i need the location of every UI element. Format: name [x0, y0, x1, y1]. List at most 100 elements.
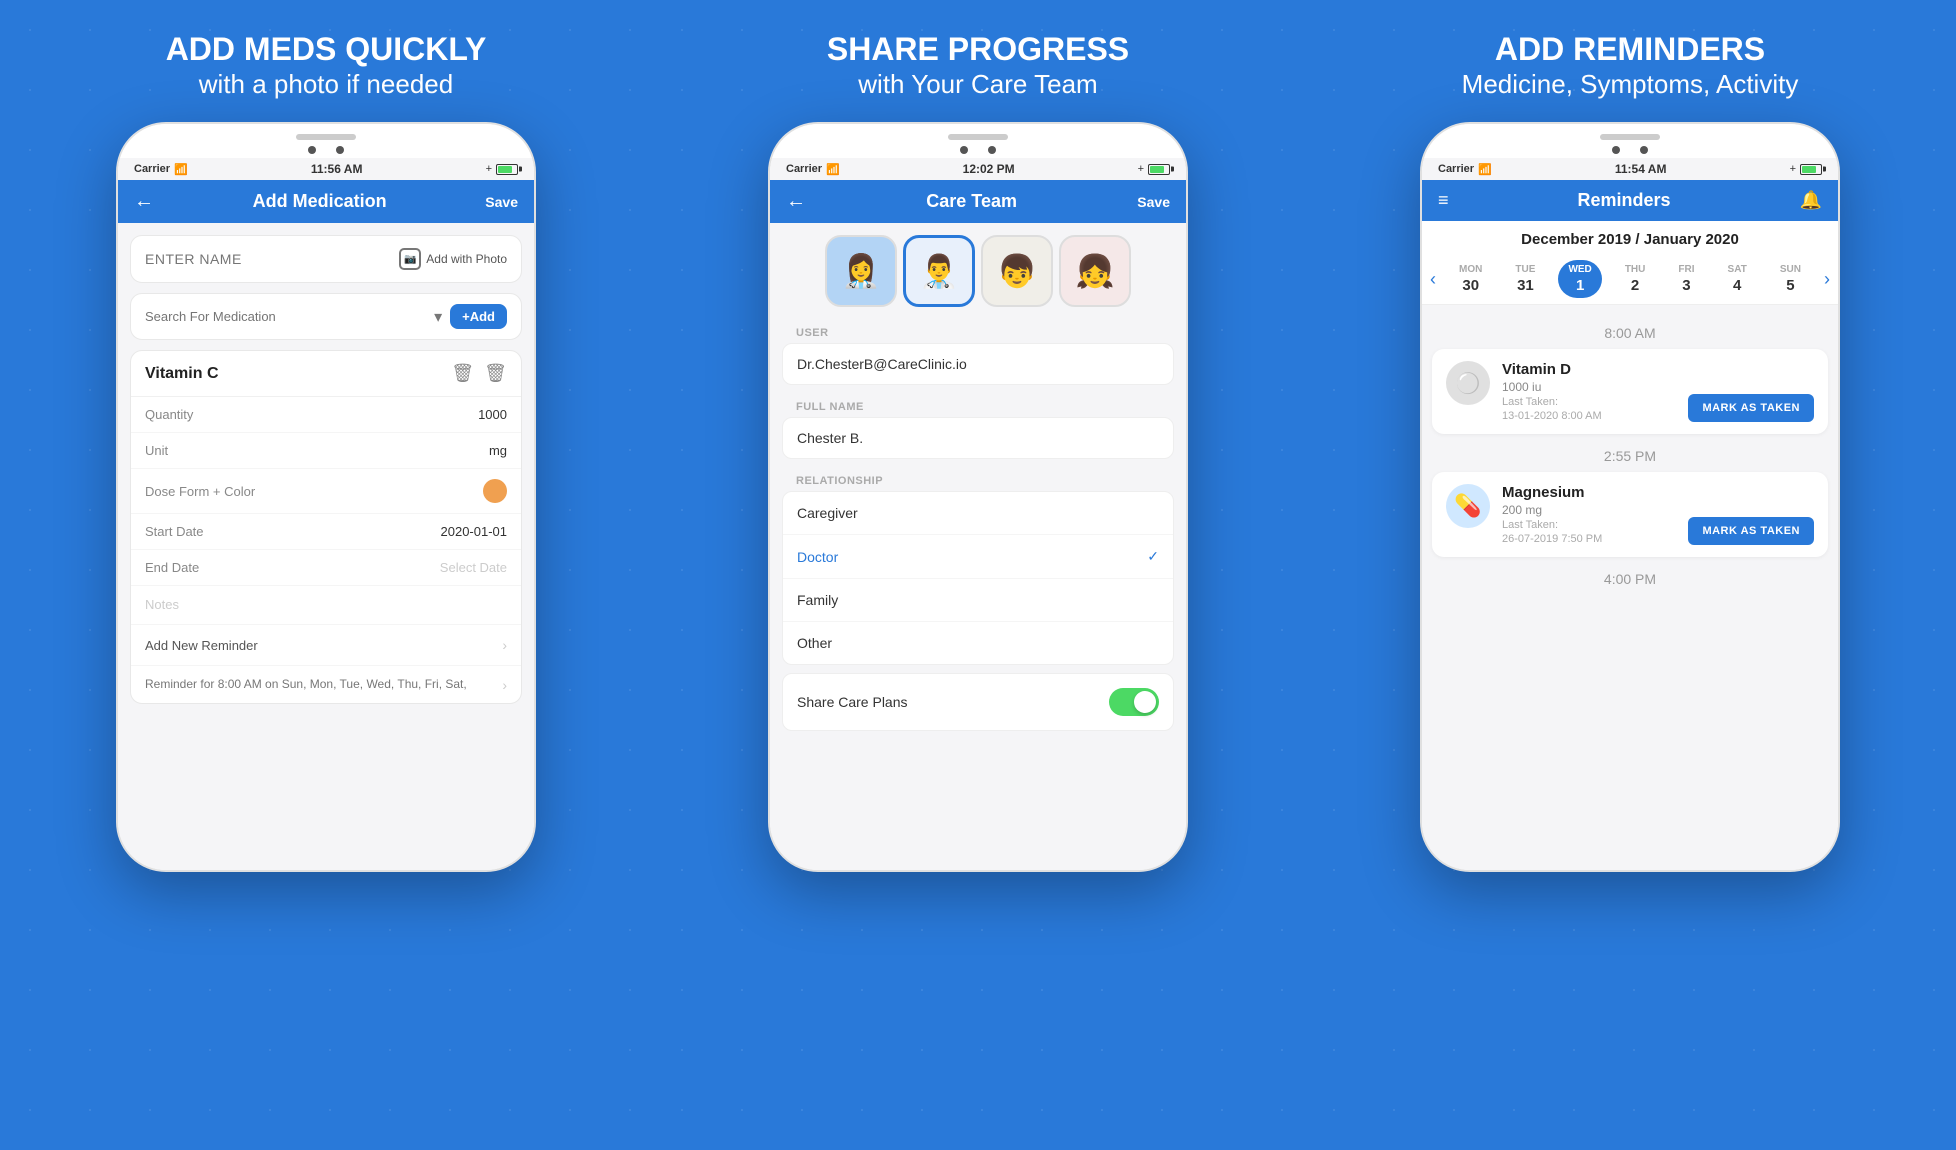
day-tue[interactable]: TUE 31: [1505, 260, 1545, 298]
avatar-3[interactable]: 👦: [981, 235, 1053, 307]
battery-status-3: +: [1790, 163, 1796, 175]
wifi-icon-1: 📶: [174, 163, 188, 176]
reminder-sub-row[interactable]: Reminder for 8:00 AM on Sun, Mon, Tue, W…: [131, 666, 521, 703]
phone-top-bar-3: [1422, 124, 1838, 158]
battery-icon-2: [1148, 164, 1170, 175]
back-arrow-1[interactable]: ←: [134, 190, 154, 213]
day-num-wed: 1: [1576, 277, 1584, 294]
start-date-label: Start Date: [145, 524, 204, 539]
save-button-2[interactable]: Save: [1137, 194, 1170, 210]
rel-caregiver[interactable]: Caregiver: [783, 492, 1173, 535]
battery-fill-3: [1802, 166, 1816, 173]
enter-name-input[interactable]: [145, 251, 399, 267]
day-sun[interactable]: SUN 5: [1770, 260, 1811, 298]
phone-frame-1: Carrier 📶 11:56 AM + ← Add Medication Sa…: [116, 122, 536, 872]
user-field[interactable]: Dr.ChesterB@CareClinic.io: [782, 343, 1174, 385]
carrier-label-1: Carrier: [134, 163, 170, 175]
dose-color-dot[interactable]: [483, 479, 507, 503]
battery-icon-1: [496, 164, 518, 175]
med-card: Vitamin C 🗑 🗑 Quantity 1000 Unit mg: [130, 350, 522, 704]
carrier-label-2: Carrier: [786, 163, 822, 175]
phone-speaker-3: [1600, 134, 1660, 140]
rel-caregiver-label: Caregiver: [797, 505, 858, 521]
panel2-title-sub: with Your Care Team: [827, 68, 1129, 102]
screen-content-2: 👩‍⚕️ 👨‍⚕️ 👦 👧 USER Dr.ChesterB@CareClini…: [770, 223, 1186, 870]
app-header-title-1: Add Medication: [253, 191, 387, 212]
search-row: ▾ +Add: [130, 293, 522, 340]
rel-other[interactable]: Other: [783, 622, 1173, 664]
med-card-header: Vitamin C 🗑 🗑: [131, 351, 521, 397]
status-bar-3: Carrier 📶 11:54 AM +: [1422, 158, 1838, 180]
battery-fill-1: [498, 166, 512, 173]
panel3-title-bold: ADD REMINDERS: [1462, 30, 1799, 68]
day-wed[interactable]: WED 1: [1558, 260, 1601, 298]
add-button[interactable]: +Add: [450, 304, 507, 329]
hamburger-icon[interactable]: ≡: [1438, 190, 1449, 211]
camera-dot-left-3: [1612, 146, 1620, 154]
fullname-field[interactable]: Chester B.: [782, 417, 1174, 459]
trash-icon[interactable]: 🗑: [484, 363, 507, 384]
panel1-title-bold: ADD MEDS QUICKLY: [166, 30, 487, 68]
end-date-row: End Date Select Date: [131, 550, 521, 586]
day-num-sun: 5: [1786, 277, 1794, 294]
back-arrow-2[interactable]: ←: [786, 190, 806, 213]
phone-top-bar-1: [118, 124, 534, 158]
enter-name-row: 📷 Add with Photo: [130, 235, 522, 283]
relationship-section-label: RELATIONSHIP: [782, 467, 1174, 491]
mark-taken-button-1[interactable]: MARK AS TAKEN: [1688, 394, 1814, 422]
day-fri[interactable]: FRI 3: [1668, 260, 1704, 298]
mark-taken-button-2[interactable]: MARK AS TAKEN: [1688, 517, 1814, 545]
archive-icon[interactable]: 🗑: [451, 363, 474, 384]
add-reminder-row[interactable]: Add New Reminder ›: [131, 625, 521, 666]
time-label-2: 2:55 PM: [1432, 448, 1828, 464]
panel1-title-sub: with a photo if needed: [166, 68, 487, 102]
phone-cameras-1: [308, 146, 344, 154]
search-input[interactable]: [145, 309, 434, 324]
med2-name: Magnesium: [1502, 484, 1676, 501]
med-card-icons: 🗑 🗑: [451, 363, 507, 384]
share-toggle[interactable]: [1109, 688, 1159, 716]
med2-last-date: 26-07-2019 7:50 PM: [1502, 533, 1676, 545]
status-bar-left-3: Carrier 📶: [1438, 163, 1492, 176]
med-reminder-info-1: Vitamin D 1000 iu Last Taken: 13-01-2020…: [1502, 361, 1676, 422]
avatar-4[interactable]: 👧: [1059, 235, 1131, 307]
med2-last-label: Last Taken:: [1502, 519, 1676, 531]
panel3-title: ADD REMINDERS Medicine, Symptoms, Activi…: [1462, 30, 1799, 102]
battery-status-1: +: [486, 163, 492, 175]
camera-dot-right-3: [1640, 146, 1648, 154]
dose-form-row: Dose Form + Color: [131, 469, 521, 514]
status-bar-right-3: +: [1790, 163, 1822, 175]
add-reminder-label: Add New Reminder: [145, 638, 258, 653]
day-name-wed: WED: [1568, 264, 1591, 275]
med-reminder-info-2: Magnesium 200 mg Last Taken: 26-07-2019 …: [1502, 484, 1676, 545]
day-num-sat: 4: [1733, 277, 1741, 294]
phone-cameras-2: [960, 146, 996, 154]
app-header-1: ← Add Medication Save: [118, 180, 534, 223]
notes-placeholder[interactable]: Notes: [145, 597, 179, 612]
panel-add-reminders: ADD REMINDERS Medicine, Symptoms, Activi…: [1304, 0, 1956, 1150]
status-time-2: 12:02 PM: [963, 162, 1015, 176]
save-button-1[interactable]: Save: [485, 194, 518, 210]
time-label-3: 4:00 PM: [1432, 571, 1828, 587]
bell-icon[interactable]: 🔔: [1800, 190, 1822, 211]
avatar-2[interactable]: 👨‍⚕️: [903, 235, 975, 307]
day-sat[interactable]: SAT 4: [1718, 260, 1757, 298]
fullname-section-label: FULL NAME: [782, 393, 1174, 417]
end-date-placeholder[interactable]: Select Date: [440, 560, 507, 575]
start-date-value: 2020-01-01: [441, 524, 508, 539]
avatar-1[interactable]: 👩‍⚕️: [825, 235, 897, 307]
rel-doctor[interactable]: Doctor ✓: [783, 535, 1173, 579]
next-week-button[interactable]: ›: [1824, 269, 1830, 290]
chevron-down-icon[interactable]: ▾: [434, 307, 442, 327]
end-date-label: End Date: [145, 560, 199, 575]
prev-week-button[interactable]: ‹: [1430, 269, 1436, 290]
day-mon[interactable]: MON 30: [1449, 260, 1492, 298]
rel-family[interactable]: Family: [783, 579, 1173, 622]
add-with-photo[interactable]: 📷 Add with Photo: [399, 248, 507, 270]
user-section-label: USER: [782, 319, 1174, 343]
add-with-photo-label: Add with Photo: [426, 252, 507, 266]
reminder-sub-chevron-icon: ›: [502, 677, 507, 693]
quantity-label: Quantity: [145, 407, 193, 422]
camera-dot-left-1: [308, 146, 316, 154]
day-thu[interactable]: THU 2: [1615, 260, 1656, 298]
